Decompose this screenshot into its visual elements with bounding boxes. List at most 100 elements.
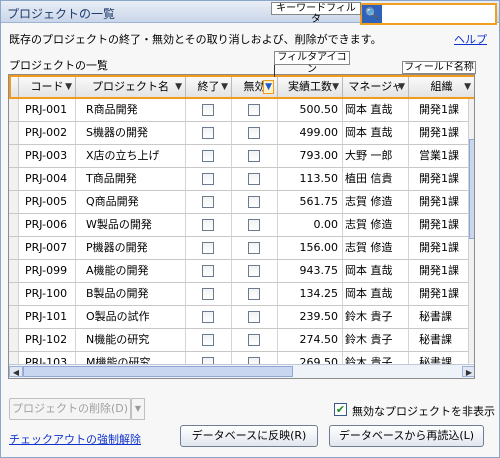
invalid-checkbox[interactable]: [248, 173, 260, 185]
filter-icon[interactable]: ▼: [332, 81, 339, 93]
scroll-left-icon[interactable]: ◀: [9, 366, 23, 377]
invalid-checkbox[interactable]: [248, 265, 260, 277]
cell-manager: 志賀 修造: [343, 237, 409, 259]
hide-invalid-checkbox[interactable]: ✔: [334, 403, 347, 416]
invalid-checkbox[interactable]: [248, 334, 260, 346]
cell-end: [186, 214, 232, 236]
row-selector[interactable]: [9, 329, 19, 351]
invalid-checkbox[interactable]: [248, 127, 260, 139]
table-row[interactable]: PRJ-100 B製品の開発 134.25 岡本 直哉 開発1課: [9, 283, 469, 306]
cell-org: 開発1課: [409, 237, 469, 259]
cell-hours: 943.75: [278, 260, 343, 282]
table-row[interactable]: PRJ-006 W製品の開発 0.00 志賀 修造 開発1課: [9, 214, 469, 237]
header-code[interactable]: コード ▼: [19, 77, 76, 97]
invalid-checkbox[interactable]: [248, 242, 260, 254]
cell-invalid: [232, 237, 278, 259]
end-checkbox[interactable]: [202, 288, 214, 300]
filter-icon[interactable]: ▼: [221, 81, 228, 93]
cell-end: [186, 237, 232, 259]
invalid-checkbox[interactable]: [248, 104, 260, 116]
end-checkbox[interactable]: [202, 196, 214, 208]
end-checkbox[interactable]: [202, 242, 214, 254]
grid-header: コード ▼ プロジェクト名 ▼ 終了 ▼ 無効 ▼ 実績工数 ▼ マネージャ ▼ 組織 ▼: [9, 75, 474, 99]
header-name[interactable]: プロジェクト名 ▼: [76, 77, 186, 97]
filter-icon-active[interactable]: ▼: [263, 80, 274, 94]
cell-manager: 志賀 修造: [343, 214, 409, 236]
row-selector[interactable]: [9, 260, 19, 282]
end-checkbox[interactable]: [202, 265, 214, 277]
help-link[interactable]: ヘルプ: [454, 31, 487, 47]
invalid-checkbox[interactable]: [248, 219, 260, 231]
invalid-checkbox[interactable]: [248, 196, 260, 208]
horizontal-scroll-thumb[interactable]: [23, 366, 293, 377]
keyword-filter-input[interactable]: 🔍: [360, 3, 497, 25]
reload-from-database-button[interactable]: データベースから再読込(L): [329, 425, 484, 447]
hide-invalid-label: 無効なプロジェクトを非表示: [352, 405, 495, 418]
cell-code: PRJ-002: [19, 122, 76, 144]
row-selector[interactable]: [9, 122, 19, 144]
invalid-checkbox[interactable]: [248, 311, 260, 323]
header-end[interactable]: 終了 ▼: [186, 77, 232, 97]
search-icon[interactable]: 🔍: [362, 5, 382, 23]
delete-project-button[interactable]: プロジェクトの削除(D): [9, 398, 131, 420]
row-selector[interactable]: [9, 99, 19, 121]
header-org[interactable]: 組織 ▼: [409, 77, 474, 97]
cell-hours: 156.00: [278, 237, 343, 259]
table-row[interactable]: PRJ-002 S機器の開発 499.00 岡本 直哉 開発1課: [9, 122, 469, 145]
row-selector[interactable]: [9, 237, 19, 259]
header-invalid[interactable]: 無効 ▼: [232, 77, 278, 97]
table-row[interactable]: PRJ-007 P機器の開発 156.00 志賀 修造 開発1課: [9, 237, 469, 260]
list-title: プロジェクトの一覧: [9, 59, 108, 72]
header-manager[interactable]: マネージャ ▼: [343, 77, 409, 97]
cell-name: R商品開発: [76, 99, 186, 121]
table-row[interactable]: PRJ-101 O製品の試作 239.50 鈴木 貴子 秘書課: [9, 306, 469, 329]
description-text: 既存のプロジェクトの終了・無効とその取り消しおよび、削除ができます。: [9, 33, 382, 46]
vertical-scrollbar[interactable]: [468, 99, 474, 363]
cell-code: PRJ-099: [19, 260, 76, 282]
table-row[interactable]: PRJ-102 N機能の研究 274.50 鈴木 貴子 秘書課: [9, 329, 469, 352]
table-row[interactable]: PRJ-099 A機能の開発 943.75 岡本 直哉 開発1課: [9, 260, 469, 283]
cell-invalid: [232, 145, 278, 167]
filter-icon[interactable]: ▼: [398, 81, 405, 93]
vertical-scroll-thumb[interactable]: [469, 139, 474, 239]
cell-org: 開発1課: [409, 214, 469, 236]
cell-name: O製品の試作: [76, 306, 186, 328]
table-row[interactable]: PRJ-003 X店の立ち上げ 793.00 大野 一郎 営業1課: [9, 145, 469, 168]
horizontal-scrollbar[interactable]: ◀ ▶: [9, 364, 474, 378]
filter-icon-callout: フィルタアイコン: [274, 51, 350, 75]
row-selector[interactable]: [9, 214, 19, 236]
table-row[interactable]: PRJ-005 Q商品開発 561.75 志賀 修造 開発1課: [9, 191, 469, 214]
cell-org: 開発1課: [409, 260, 469, 282]
cell-invalid: [232, 122, 278, 144]
table-row[interactable]: PRJ-001 R商品開発 500.50 岡本 直哉 開発1課: [9, 99, 469, 122]
header-hours[interactable]: 実績工数 ▼: [278, 77, 343, 97]
end-checkbox[interactable]: [202, 219, 214, 231]
row-selector[interactable]: [9, 145, 19, 167]
end-checkbox[interactable]: [202, 127, 214, 139]
scroll-right-icon[interactable]: ▶: [462, 366, 474, 377]
end-checkbox[interactable]: [202, 104, 214, 116]
cell-manager: 植田 信貴: [343, 168, 409, 190]
filter-icon[interactable]: ▼: [175, 81, 182, 93]
end-checkbox[interactable]: [202, 150, 214, 162]
cell-name: X店の立ち上げ: [76, 145, 186, 167]
end-checkbox[interactable]: [202, 311, 214, 323]
cell-end: [186, 191, 232, 213]
chevron-down-icon[interactable]: ▼: [131, 398, 145, 420]
invalid-checkbox[interactable]: [248, 150, 260, 162]
end-checkbox[interactable]: [202, 334, 214, 346]
row-selector[interactable]: [9, 283, 19, 305]
cell-end: [186, 260, 232, 282]
cell-hours: 239.50: [278, 306, 343, 328]
table-row[interactable]: PRJ-004 T商品開発 113.50 植田 信貴 開発1課: [9, 168, 469, 191]
row-selector[interactable]: [9, 168, 19, 190]
force-checkout-release-link[interactable]: チェックアウトの強制解除: [9, 431, 141, 447]
row-selector[interactable]: [9, 306, 19, 328]
filter-icon[interactable]: ▼: [464, 81, 471, 93]
invalid-checkbox[interactable]: [248, 288, 260, 300]
reflect-to-database-button[interactable]: データベースに反映(R): [180, 425, 318, 447]
row-selector[interactable]: [9, 191, 19, 213]
filter-icon[interactable]: ▼: [65, 81, 72, 93]
end-checkbox[interactable]: [202, 173, 214, 185]
cell-org: 営業1課: [409, 145, 469, 167]
